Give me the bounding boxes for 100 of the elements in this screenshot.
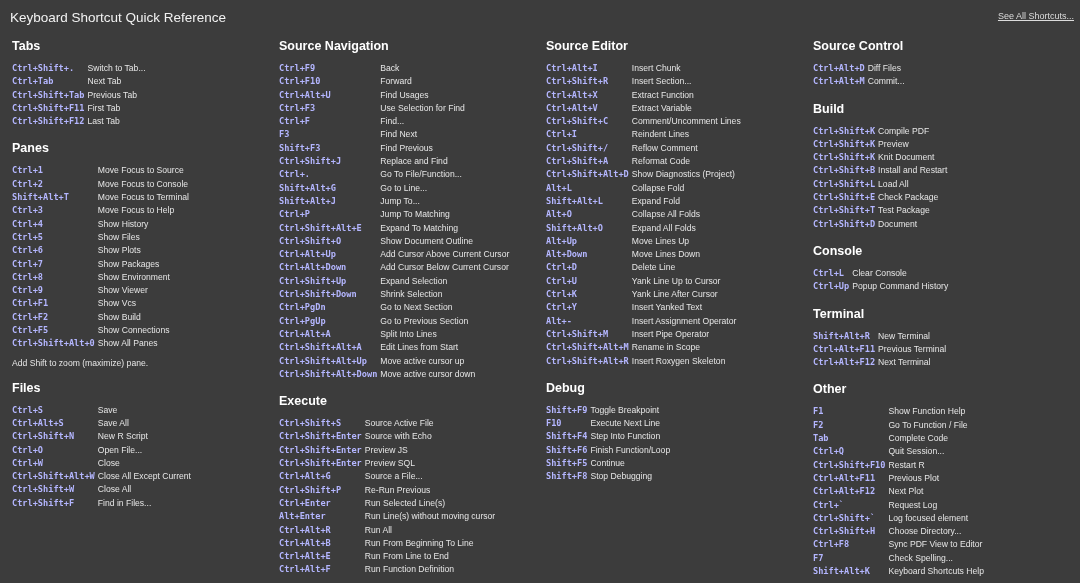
shortcut-keys: Ctrl+Shift+A — [546, 155, 629, 169]
section-heading: Console — [813, 242, 864, 259]
shortcut-action: Yank Line After Cursor — [631, 288, 719, 302]
shortcut-action: Switch to Tab... — [87, 62, 146, 75]
shortcut-action: Close — [97, 456, 121, 470]
shortcut-keys: Ctrl+Alt+E — [279, 550, 362, 564]
shortcut-action: Collapse All Folds — [631, 208, 702, 222]
shortcut-action: Find in Files... — [97, 496, 153, 510]
shortcut-action: Toggle Breakpoint — [590, 403, 661, 417]
shortcut-keys: Ctrl+Alt+S — [12, 416, 95, 431]
shortcut-action: Show Build — [97, 310, 142, 324]
shortcut-keys: Ctrl+Tab — [12, 75, 85, 89]
shortcut-keys: Ctrl+Alt+Up — [279, 248, 378, 262]
shortcut-keys: Ctrl+F3 — [279, 101, 378, 116]
shortcut-keys: Ctrl+U — [546, 274, 629, 289]
shortcut-action: Shrink Selection — [380, 288, 444, 302]
shortcut-keys: Alt+O — [546, 208, 629, 222]
shortcut-keys: Ctrl+Shift+Up — [279, 274, 378, 289]
shortcut-action: Move Focus to Terminal — [97, 191, 189, 205]
shortcut-keys: Ctrl+Shift+F10 — [813, 458, 886, 472]
shortcut-action: Insert Chunk — [631, 62, 682, 75]
shortcut-action: Complete Code — [888, 432, 950, 446]
shortcut-keys: Ctrl+Shift+Down — [279, 288, 378, 302]
shortcut-keys: Ctrl+Shift+K — [813, 137, 876, 152]
shortcut-action: Show Files — [97, 230, 141, 244]
shortcut-keys: Ctrl+Shift+W — [12, 483, 95, 497]
shortcut-keys: Ctrl+Shift+Alt+Down — [279, 367, 378, 382]
shortcut-action: Go to Line... — [380, 181, 429, 195]
shortcut-keys: Ctrl+Y — [546, 301, 629, 315]
shortcut-action: Restart R — [888, 458, 926, 472]
shortcut-keys: Ctrl+PgDn — [279, 301, 378, 315]
shortcut-keys: Ctrl+Shift+Alt+D — [546, 168, 629, 182]
shortcut-action: Quit Session... — [888, 445, 946, 459]
shortcut-keys: Ctrl+Shift+R — [546, 75, 629, 89]
shortcut-keys: Ctrl+Shift+Enter — [279, 443, 362, 457]
section-heading: Source Control — [813, 38, 905, 54]
shortcut-action: Next Tab — [87, 75, 123, 89]
shortcut-keys: Shift+F9 — [546, 403, 588, 418]
shortcut-keys: F3 — [279, 128, 378, 142]
shortcut-keys: Ctrl+5 — [12, 230, 95, 245]
shortcut-action: Insert Yanked Text — [631, 301, 704, 315]
section-heading: Terminal — [813, 305, 866, 322]
shortcut-keys: Ctrl+Alt+G — [279, 470, 362, 484]
shortcut-keys: Shift+Alt+G — [279, 181, 378, 195]
shortcut-action: Reformat Code — [631, 155, 692, 169]
shortcut-action: Show Function Help — [888, 405, 967, 419]
shortcut-action: Preview JS — [364, 443, 409, 457]
shortcut-keys: Ctrl+3 — [12, 204, 95, 218]
shortcut-keys: Ctrl+Alt+R — [279, 523, 362, 537]
shortcut-keys: Ctrl+Alt+D — [813, 62, 865, 76]
shortcut-keys: Ctrl+8 — [12, 270, 95, 285]
shortcut-action: Re-Run Previous — [364, 483, 432, 497]
shortcut-action: Run Function Definition — [364, 563, 456, 577]
shortcut-keys: F2 — [813, 418, 886, 433]
shortcut-action: Yank Line Up to Cursor — [631, 274, 722, 288]
shortcut-action: Use Selection for Find — [380, 101, 466, 115]
shortcut-keys: Ctrl+7 — [12, 257, 95, 271]
shortcut-keys: Ctrl+Alt+Down — [279, 261, 378, 275]
shortcut-keys: Shift+F4 — [546, 430, 588, 444]
shortcut-action: Preview — [878, 137, 910, 151]
shortcut-action: Run From Line to End — [364, 550, 450, 564]
shortcut-keys: Ctrl+Shift+F11 — [12, 101, 85, 116]
shortcut-action: Jump To... — [380, 194, 421, 208]
shortcut-action: Sync PDF View to Editor — [888, 538, 984, 552]
shortcut-keys: Ctrl+F8 — [813, 538, 886, 552]
shortcut-keys: Ctrl+Alt+X — [546, 88, 629, 102]
shortcut-keys: Ctrl+Shift+/ — [546, 141, 629, 156]
shortcut-keys: Ctrl+9 — [12, 284, 95, 298]
shortcut-action: Expand To Matching — [380, 221, 460, 235]
shortcut-action: Source a File... — [364, 470, 424, 484]
shortcut-keys: Ctrl+Shift+. — [12, 62, 85, 76]
shortcut-keys: Alt+L — [546, 181, 629, 195]
shortcut-keys: Ctrl+Shift+Alt+0 — [12, 337, 95, 351]
shortcut-action: Open File... — [97, 443, 144, 457]
shortcut-action: Go to Next Section — [380, 301, 454, 315]
shortcut-keys: Ctrl+Shift+Alt+R — [546, 354, 629, 368]
shortcut-keys: Ctrl+F5 — [12, 324, 95, 338]
section-heading: Build — [813, 100, 846, 117]
shortcut-keys: Ctrl+Shift+C — [546, 115, 629, 129]
shortcut-action: Request Log — [888, 498, 939, 512]
shortcut-action: Next Terminal — [878, 356, 932, 370]
shortcut-action: First Tab — [87, 101, 122, 115]
shortcut-action: Reflow Comment — [631, 141, 699, 155]
shortcut-action: Add Cursor Above Current Cursor — [380, 248, 510, 262]
shortcut-action: Popup Command History — [852, 280, 949, 294]
shortcut-keys: Ctrl+1 — [12, 164, 95, 178]
shortcut-keys: Ctrl+Shift+E — [813, 191, 876, 205]
shortcut-action: Show History — [97, 217, 150, 231]
shortcut-action: Test Package — [878, 204, 931, 218]
shortcut-keys: Alt+- — [546, 314, 629, 328]
section-heading: Execute — [279, 393, 328, 410]
shortcut-keys: F1 — [813, 405, 886, 419]
shortcut-action: Knit Document — [878, 151, 936, 165]
section-heading: Source Navigation — [279, 38, 390, 54]
shortcut-keys: Shift+Alt+J — [279, 194, 378, 209]
shortcut-action: Expand Fold — [631, 194, 682, 208]
see-all-shortcuts-link[interactable]: See All Shortcuts... — [997, 11, 1074, 21]
shortcut-action: Insert Pipe Operator — [631, 327, 711, 341]
shortcut-keys: Ctrl+I — [546, 128, 629, 142]
shortcut-keys: Ctrl+. — [279, 168, 378, 182]
